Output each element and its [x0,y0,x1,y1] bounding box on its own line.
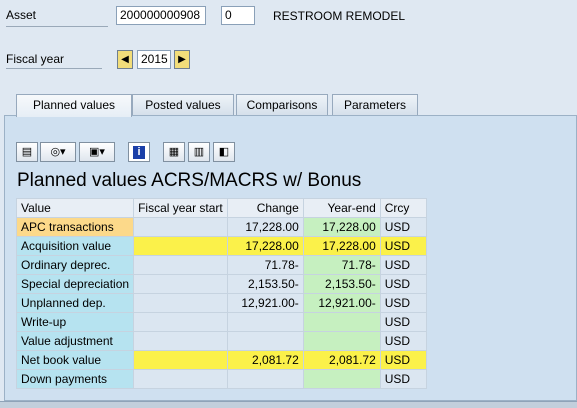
table-row[interactable]: Down payments USD [15,369,427,389]
table-row[interactable]: Unplanned dep. 12,921.00- 12,921.00- USD [15,293,427,313]
asset-description: RESTROOM REMODEL [273,9,406,23]
column-header-year-end[interactable]: Year-end [302,198,381,218]
table-row[interactable]: Value adjustment USD [15,331,427,351]
row-change: 17,228.00 [226,217,304,237]
tab-posted-values[interactable]: Posted values [132,94,234,116]
row-fy-start [133,312,228,332]
row-crcy: USD [379,217,427,237]
row-year-end [302,312,381,332]
fiscal-year-label: Fiscal year [6,52,102,69]
column-header-change[interactable]: Change [226,198,304,218]
info-button[interactable]: i [128,142,150,162]
row-crcy: USD [379,255,427,275]
row-crcy: USD [379,312,427,332]
layout-icon: ▦ [168,146,180,158]
row-change: 71.78- [226,255,304,275]
calculator-icon: ▥ [193,146,205,158]
column-header-crcy[interactable]: Crcy [379,198,427,218]
column-header-value[interactable]: Value [15,198,135,218]
arrow-right-icon: ▶ [178,54,186,65]
row-fy-start [133,274,228,294]
row-value: Ordinary deprec. [15,255,135,275]
view-icon: ◎▾ [50,146,66,158]
row-change [226,369,304,389]
row-year-end [302,331,381,351]
asset-subnumber-field[interactable]: 0 [221,6,255,25]
row-fy-start [133,255,228,275]
row-value: Down payments [15,369,135,389]
row-fy-start [133,350,228,370]
row-change: 12,921.00- [226,293,304,313]
row-value: Write-up [15,312,135,332]
print-icon: ▤ [21,146,33,158]
tab-comparisons[interactable]: Comparisons [236,94,328,116]
row-crcy: USD [379,350,427,370]
asset-number-field[interactable]: 200000000908 [116,6,206,25]
calculator-button[interactable]: ▥ [188,142,210,162]
asset-label: Asset [6,8,108,27]
planned-values-table: Value Fiscal year start Change Year-end … [15,198,427,389]
print-button[interactable]: ▤ [16,142,38,162]
display-icon: ◧ [218,146,230,158]
column-header-fiscal-year-start[interactable]: Fiscal year start [133,198,228,218]
export-button[interactable]: ▣▾ [79,142,115,162]
row-change [226,312,304,332]
row-year-end: 17,228.00 [302,217,381,237]
table-row[interactable]: APC transactions 17,228.00 17,228.00 USD [15,217,427,237]
view-button[interactable]: ◎▾ [40,142,76,162]
row-value: Acquisition value [15,236,135,256]
row-year-end: 2,081.72 [302,350,381,370]
section-title: Planned values ACRS/MACRS w/ Bonus [17,170,362,191]
row-value: APC transactions [15,217,135,237]
arrow-left-icon: ◀ [121,54,129,65]
row-change [226,331,304,351]
horizontal-scrollbar[interactable] [0,401,577,408]
table-row[interactable]: Net book value 2,081.72 2,081.72 USD [15,350,427,370]
row-fy-start [133,369,228,389]
table-row[interactable]: Ordinary deprec. 71.78- 71.78- USD [15,255,427,275]
next-year-button[interactable]: ▶ [174,50,190,69]
row-crcy: USD [379,236,427,256]
row-change: 2,153.50- [226,274,304,294]
row-year-end: 2,153.50- [302,274,381,294]
table-row[interactable]: Acquisition value 17,228.00 17,228.00 US… [15,236,427,256]
tab-planned-values[interactable]: Planned values [16,94,132,117]
fiscal-year-field[interactable]: 2015 [137,50,171,69]
table-row[interactable]: Special depreciation 2,153.50- 2,153.50-… [15,274,427,294]
row-change: 17,228.00 [226,236,304,256]
layout-button[interactable]: ▦ [163,142,185,162]
row-fy-start [133,217,228,237]
row-crcy: USD [379,293,427,313]
export-icon: ▣▾ [89,146,105,158]
row-value: Unplanned dep. [15,293,135,313]
table-row[interactable]: Write-up USD [15,312,427,332]
row-crcy: USD [379,369,427,389]
row-year-end [302,369,381,389]
row-fy-start [133,293,228,313]
tab-parameters[interactable]: Parameters [332,94,418,116]
row-fy-start [133,236,228,256]
row-value: Value adjustment [15,331,135,351]
row-crcy: USD [379,331,427,351]
row-year-end: 12,921.00- [302,293,381,313]
row-change: 2,081.72 [226,350,304,370]
display-button[interactable]: ◧ [213,142,235,162]
row-crcy: USD [379,274,427,294]
row-value: Special depreciation [15,274,135,294]
row-fy-start [133,331,228,351]
previous-year-button[interactable]: ◀ [117,50,133,69]
row-value: Net book value [15,350,135,370]
row-year-end: 17,228.00 [302,236,381,256]
row-year-end: 71.78- [302,255,381,275]
info-icon: i [133,146,145,159]
